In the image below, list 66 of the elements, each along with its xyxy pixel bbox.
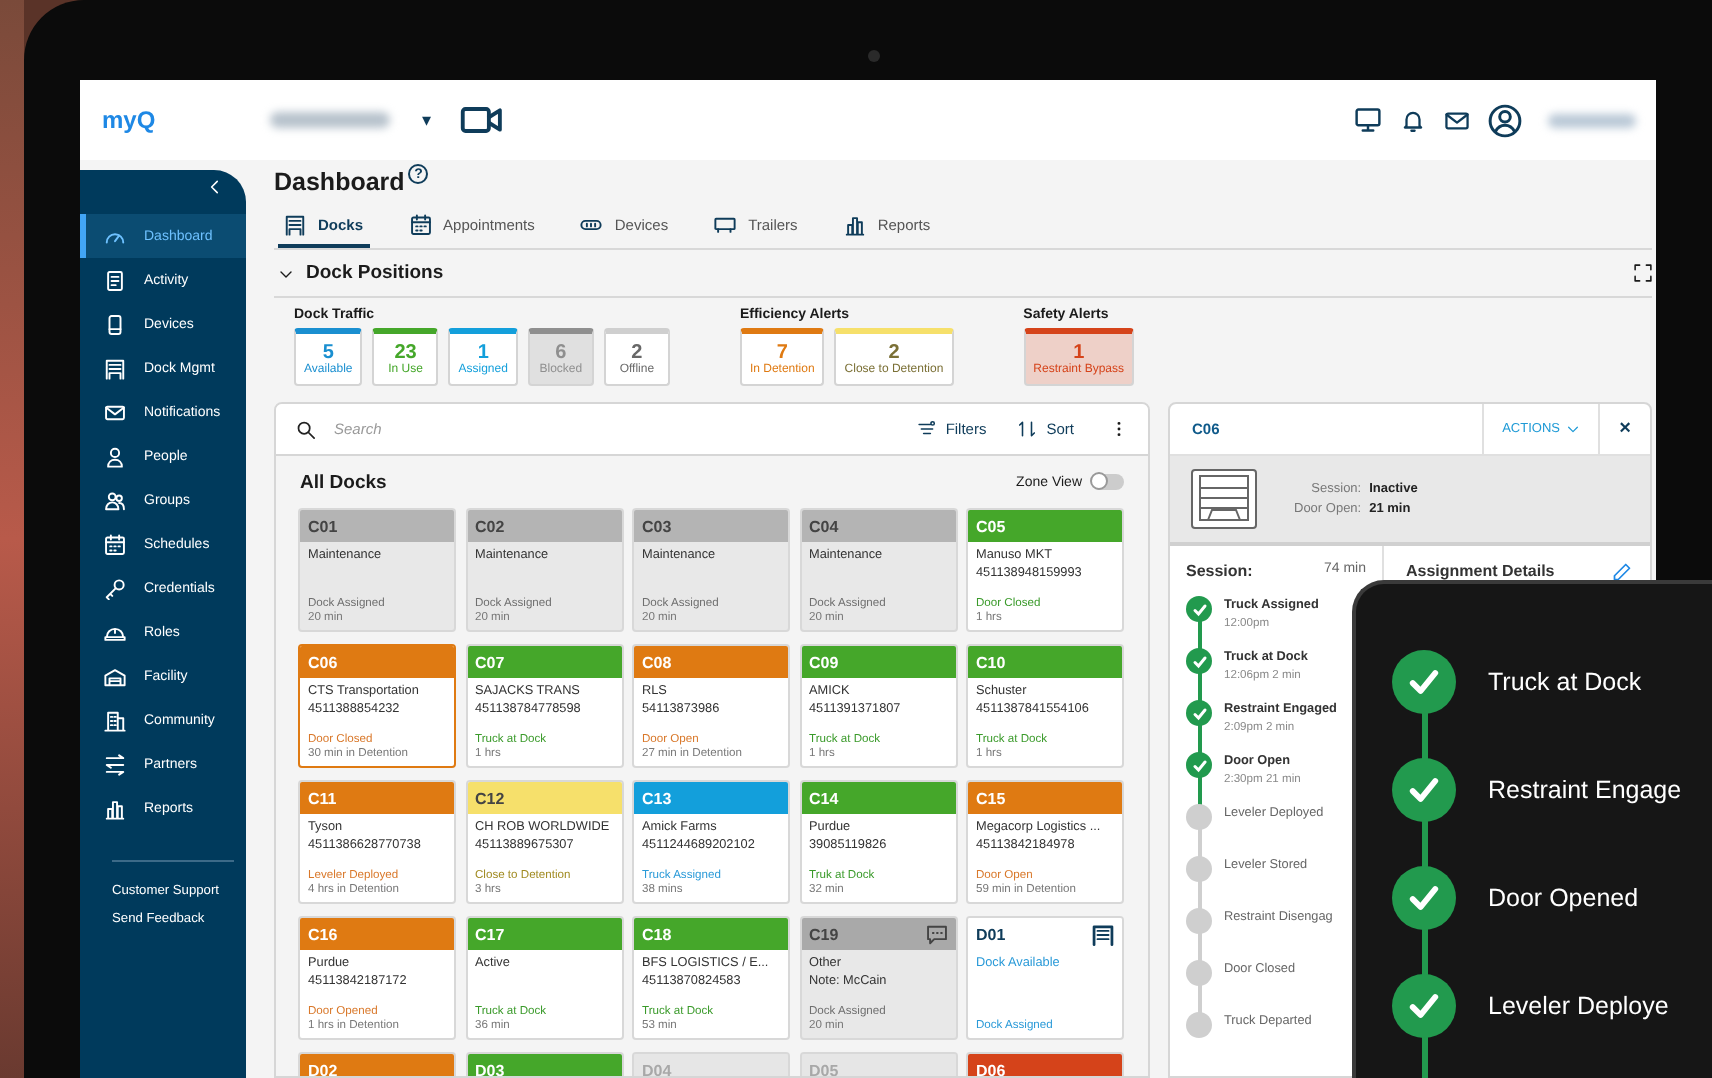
- phone-timeline-step: Truck at Dock: [1488, 668, 1642, 696]
- calendar-icon: [409, 213, 432, 235]
- dock-card[interactable]: D06: [966, 1052, 1124, 1076]
- dock-door-icon: [1190, 468, 1258, 530]
- dock-card-header: C01: [300, 510, 454, 542]
- dock-card-header: C07: [467, 646, 621, 678]
- collapse-chevron-icon: [206, 178, 224, 196]
- dock-card-header: D01: [968, 918, 1122, 950]
- search-icon: [296, 419, 316, 439]
- dock-card-header: C04: [801, 510, 955, 542]
- people-icon: [104, 489, 126, 511]
- dock-card-header: C14: [801, 782, 955, 814]
- zone-view-toggle[interactable]: [1092, 474, 1124, 490]
- dock-card-header: C03: [634, 510, 788, 542]
- document-icon: [104, 269, 126, 291]
- dock-card-header: C10: [968, 646, 1122, 678]
- dock-card-header: C19: [801, 918, 955, 950]
- logo[interactable]: myQ: [102, 106, 266, 134]
- person-icon: [104, 445, 126, 467]
- dock-card-header: C02: [467, 510, 621, 542]
- dock-card-header: C18: [634, 918, 788, 950]
- blurred-location-name[interactable]: [270, 112, 390, 128]
- close-button[interactable]: ×: [1598, 404, 1650, 454]
- monitor-icon: [1354, 106, 1382, 134]
- session-label: Session:: [1186, 562, 1253, 580]
- phone-timeline-step: Door Opened: [1488, 884, 1639, 912]
- bar-chart-icon: [843, 213, 866, 235]
- filter-icon: [917, 420, 936, 438]
- pencil-icon: [1612, 562, 1632, 582]
- calendar-icon: [104, 533, 126, 555]
- page-title: Dashboard: [274, 168, 405, 196]
- dock-card-header: C17: [467, 918, 621, 950]
- dock-door-icon: [284, 213, 306, 235]
- dock-card-header: C13: [634, 782, 788, 814]
- assignment-details-title: Assignment Details: [1406, 562, 1557, 580]
- envelope-icon: [104, 401, 126, 423]
- warehouse-icon: [104, 665, 126, 687]
- exchange-icon: [104, 753, 126, 775]
- phone-timeline-step: Leveler Deploye: [1488, 992, 1669, 1020]
- building-icon: [104, 709, 126, 731]
- caret-icon: [1566, 422, 1580, 436]
- camera-icon: [868, 50, 880, 62]
- dock-card-header: C09: [801, 646, 955, 678]
- dock-door-icon: [104, 357, 126, 379]
- envelope-icon: [1444, 107, 1470, 133]
- bar-chart-icon: [104, 797, 126, 819]
- bell-icon: [1400, 107, 1426, 133]
- dock-card-header: C12: [467, 782, 621, 814]
- trailer-icon: [714, 213, 737, 235]
- fullscreen-icon: [1634, 264, 1652, 282]
- sort-icon: [1018, 420, 1037, 438]
- note-icon: [925, 923, 947, 945]
- dock-card-header: C15: [968, 782, 1122, 814]
- dropdown-caret[interactable]: ▾: [422, 110, 432, 130]
- avatar-icon: [1488, 103, 1522, 137]
- dock-card-header: C16: [300, 918, 454, 950]
- phone-timeline-step: Restraint Engage: [1488, 776, 1682, 804]
- key-icon: [104, 577, 126, 599]
- dock-card-header: C11: [300, 782, 454, 814]
- tablet-icon: [104, 313, 126, 335]
- dock-card-header: C06: [300, 646, 454, 678]
- dock-card-header: C08: [634, 646, 788, 678]
- section-title: Dock Positions: [306, 262, 444, 284]
- dock-card-header: C05: [968, 510, 1122, 542]
- dock-door-icon: [1092, 923, 1114, 945]
- panel-title: All Docks: [300, 471, 389, 493]
